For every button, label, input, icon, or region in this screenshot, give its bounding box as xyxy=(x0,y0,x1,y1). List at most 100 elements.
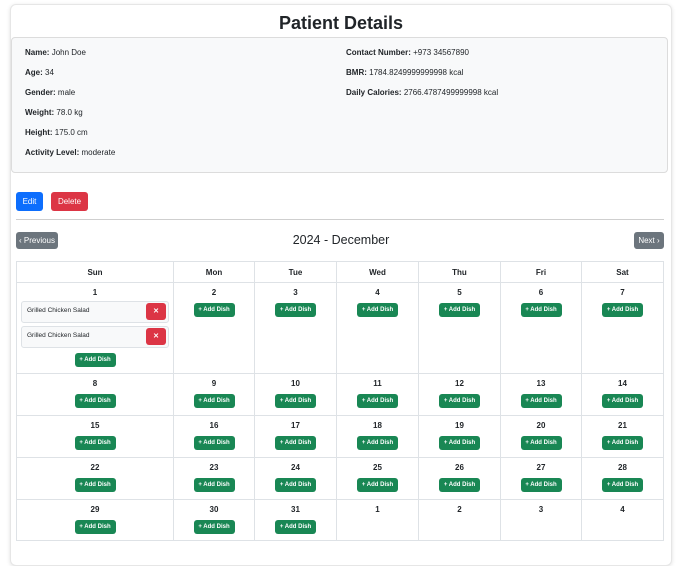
age-label: Age: xyxy=(25,68,43,77)
add-dish-button[interactable]: + Add Dish xyxy=(74,394,116,408)
add-dish-button[interactable]: + Add Dish xyxy=(602,478,643,492)
day-number: 27 xyxy=(536,463,546,472)
next-month-button[interactable]: Next › xyxy=(634,232,664,249)
weekday-header: Sun xyxy=(16,261,174,283)
add-dish-button[interactable]: + Add Dish xyxy=(193,478,235,492)
add-dish-button[interactable]: + Add Dish xyxy=(74,520,116,534)
day-number: 24 xyxy=(291,463,300,472)
add-dish-button[interactable]: + Add Dish xyxy=(193,303,235,317)
add-dish-button[interactable]: + Add Dish xyxy=(275,478,316,492)
calendar-day-cell: 9 + Add Dish xyxy=(173,373,255,416)
contact-label: Contact Number: xyxy=(346,48,411,57)
add-dish-button[interactable]: + Add Dish xyxy=(275,303,316,317)
weekday-header: Mon xyxy=(173,261,255,283)
add-dish-button[interactable]: + Add Dish xyxy=(520,436,562,450)
calendar-day-cell: 15 + Add Dish xyxy=(16,415,174,458)
calendar-day-cell: 11 + Add Dish xyxy=(336,373,419,416)
calendar-day-cell: 30 + Add Dish xyxy=(173,499,255,541)
remove-dish-button[interactable]: ✕ xyxy=(146,303,166,320)
calendar-day-cell: 25 + Add Dish xyxy=(336,457,419,500)
name-field: Name: John Doe xyxy=(25,48,86,57)
calendar-day-cell: 3 xyxy=(500,499,582,541)
add-dish-button[interactable]: + Add Dish xyxy=(74,478,116,492)
add-dish-button[interactable]: + Add Dish xyxy=(357,436,398,450)
calendar-day-cell: 20 + Add Dish xyxy=(500,415,582,458)
add-dish-button[interactable]: + Add Dish xyxy=(439,303,480,317)
day-number: 16 xyxy=(209,421,219,430)
add-dish-button[interactable]: + Add Dish xyxy=(439,394,480,408)
day-number: 6 xyxy=(538,288,544,297)
add-dish-button[interactable]: + Add Dish xyxy=(439,436,480,450)
add-dish-button[interactable]: + Add Dish xyxy=(275,520,316,534)
day-number: 23 xyxy=(209,463,219,472)
weight-value: 78.0 kg xyxy=(56,108,83,117)
bmr-label: BMR: xyxy=(346,68,367,77)
weight-field: Weight: 78.0 kg xyxy=(25,108,83,117)
bmr-field: BMR: 1784.8249999999998 kcal xyxy=(346,68,463,77)
dish-item: Grilled Chicken Salad ✕ xyxy=(21,326,169,348)
weekday-header: Thu xyxy=(418,261,501,283)
day-number: 8 xyxy=(92,379,98,388)
add-dish-button[interactable]: + Add Dish xyxy=(275,436,316,450)
add-dish-button[interactable]: + Add Dish xyxy=(602,394,643,408)
add-dish-button[interactable]: + Add Dish xyxy=(520,303,562,317)
gender-value: male xyxy=(57,88,76,97)
name-label: Name: xyxy=(25,48,50,57)
calendar-week-row: 8 + Add Dish 9 + Add Dish 10 + Add Dish 11 + Ad… xyxy=(16,373,664,416)
gender-label: Gender: xyxy=(25,88,56,97)
add-dish-button[interactable]: + Add Dish xyxy=(275,394,316,408)
add-dish-button[interactable]: + Add Dish xyxy=(74,353,116,367)
day-number: 9 xyxy=(211,379,217,388)
add-dish-button[interactable]: + Add Dish xyxy=(439,478,480,492)
add-dish-button[interactable]: + Add Dish xyxy=(357,478,398,492)
calendar-day-cell: 23 + Add Dish xyxy=(173,457,255,500)
calendar-day-cell: 26 + Add Dish xyxy=(418,457,501,500)
add-dish-button[interactable]: + Add Dish xyxy=(602,303,643,317)
day-number: 20 xyxy=(536,421,546,430)
add-dish-button[interactable]: + Add Dish xyxy=(193,520,235,534)
calendar-week-row: 15 + Add Dish 16 + Add Dish 17 + Add Dish 18 + … xyxy=(16,415,664,458)
day-number: 15 xyxy=(90,421,100,430)
add-dish-button[interactable]: + Add Dish xyxy=(357,394,398,408)
weekday-header: Tue xyxy=(254,261,337,283)
day-number: 5 xyxy=(457,288,462,297)
calendar-day-cell: 10 + Add Dish xyxy=(254,373,337,416)
day-number: 4 xyxy=(620,505,625,514)
day-number: 25 xyxy=(373,463,382,472)
calendar-day-cell: 2 xyxy=(418,499,501,541)
calendar-day-cell: 4 + Add Dish xyxy=(336,282,419,374)
calendar-day-cell: 14 + Add Dish xyxy=(581,373,664,416)
delete-button[interactable]: Delete xyxy=(51,192,88,211)
edit-button[interactable]: Edit xyxy=(16,192,43,211)
day-number: 7 xyxy=(620,288,625,297)
day-number: 1 xyxy=(375,505,380,514)
activity-label: Activity Level: xyxy=(25,148,80,157)
calendar-day-cell: 16 + Add Dish xyxy=(173,415,255,458)
activity-field: Activity Level: moderate xyxy=(25,148,115,157)
add-dish-button[interactable]: + Add Dish xyxy=(520,478,562,492)
calendar-day-cell: 24 + Add Dish xyxy=(254,457,337,500)
day-number: 4 xyxy=(375,288,380,297)
add-dish-button[interactable]: + Add Dish xyxy=(193,394,235,408)
weight-label: Weight: xyxy=(25,108,55,117)
dish-name: Grilled Chicken Salad xyxy=(27,332,90,339)
add-dish-button[interactable]: + Add Dish xyxy=(74,436,116,450)
calendar-day-cell: 7 + Add Dish xyxy=(581,282,664,374)
calendar-day-cell: 3 + Add Dish xyxy=(254,282,337,374)
gender-field: Gender: male xyxy=(25,88,75,97)
day-number: 2 xyxy=(211,288,217,297)
contact-field: Contact Number: +973 34567890 xyxy=(346,48,469,57)
add-dish-button[interactable]: + Add Dish xyxy=(520,394,562,408)
weekday-header: Wed xyxy=(336,261,419,283)
calendar-day-cell: 1 xyxy=(336,499,419,541)
add-dish-button[interactable]: + Add Dish xyxy=(602,436,643,450)
divider xyxy=(16,219,664,220)
day-number: 3 xyxy=(538,505,544,514)
add-dish-button[interactable]: + Add Dish xyxy=(357,303,398,317)
day-number: 21 xyxy=(618,421,627,430)
remove-dish-button[interactable]: ✕ xyxy=(146,328,166,345)
add-dish-button[interactable]: + Add Dish xyxy=(193,436,235,450)
month-title: 2024 - December xyxy=(292,233,390,247)
height-value: 175.0 cm xyxy=(54,128,88,137)
bmr-value: 1784.8249999999998 kcal xyxy=(369,68,464,77)
